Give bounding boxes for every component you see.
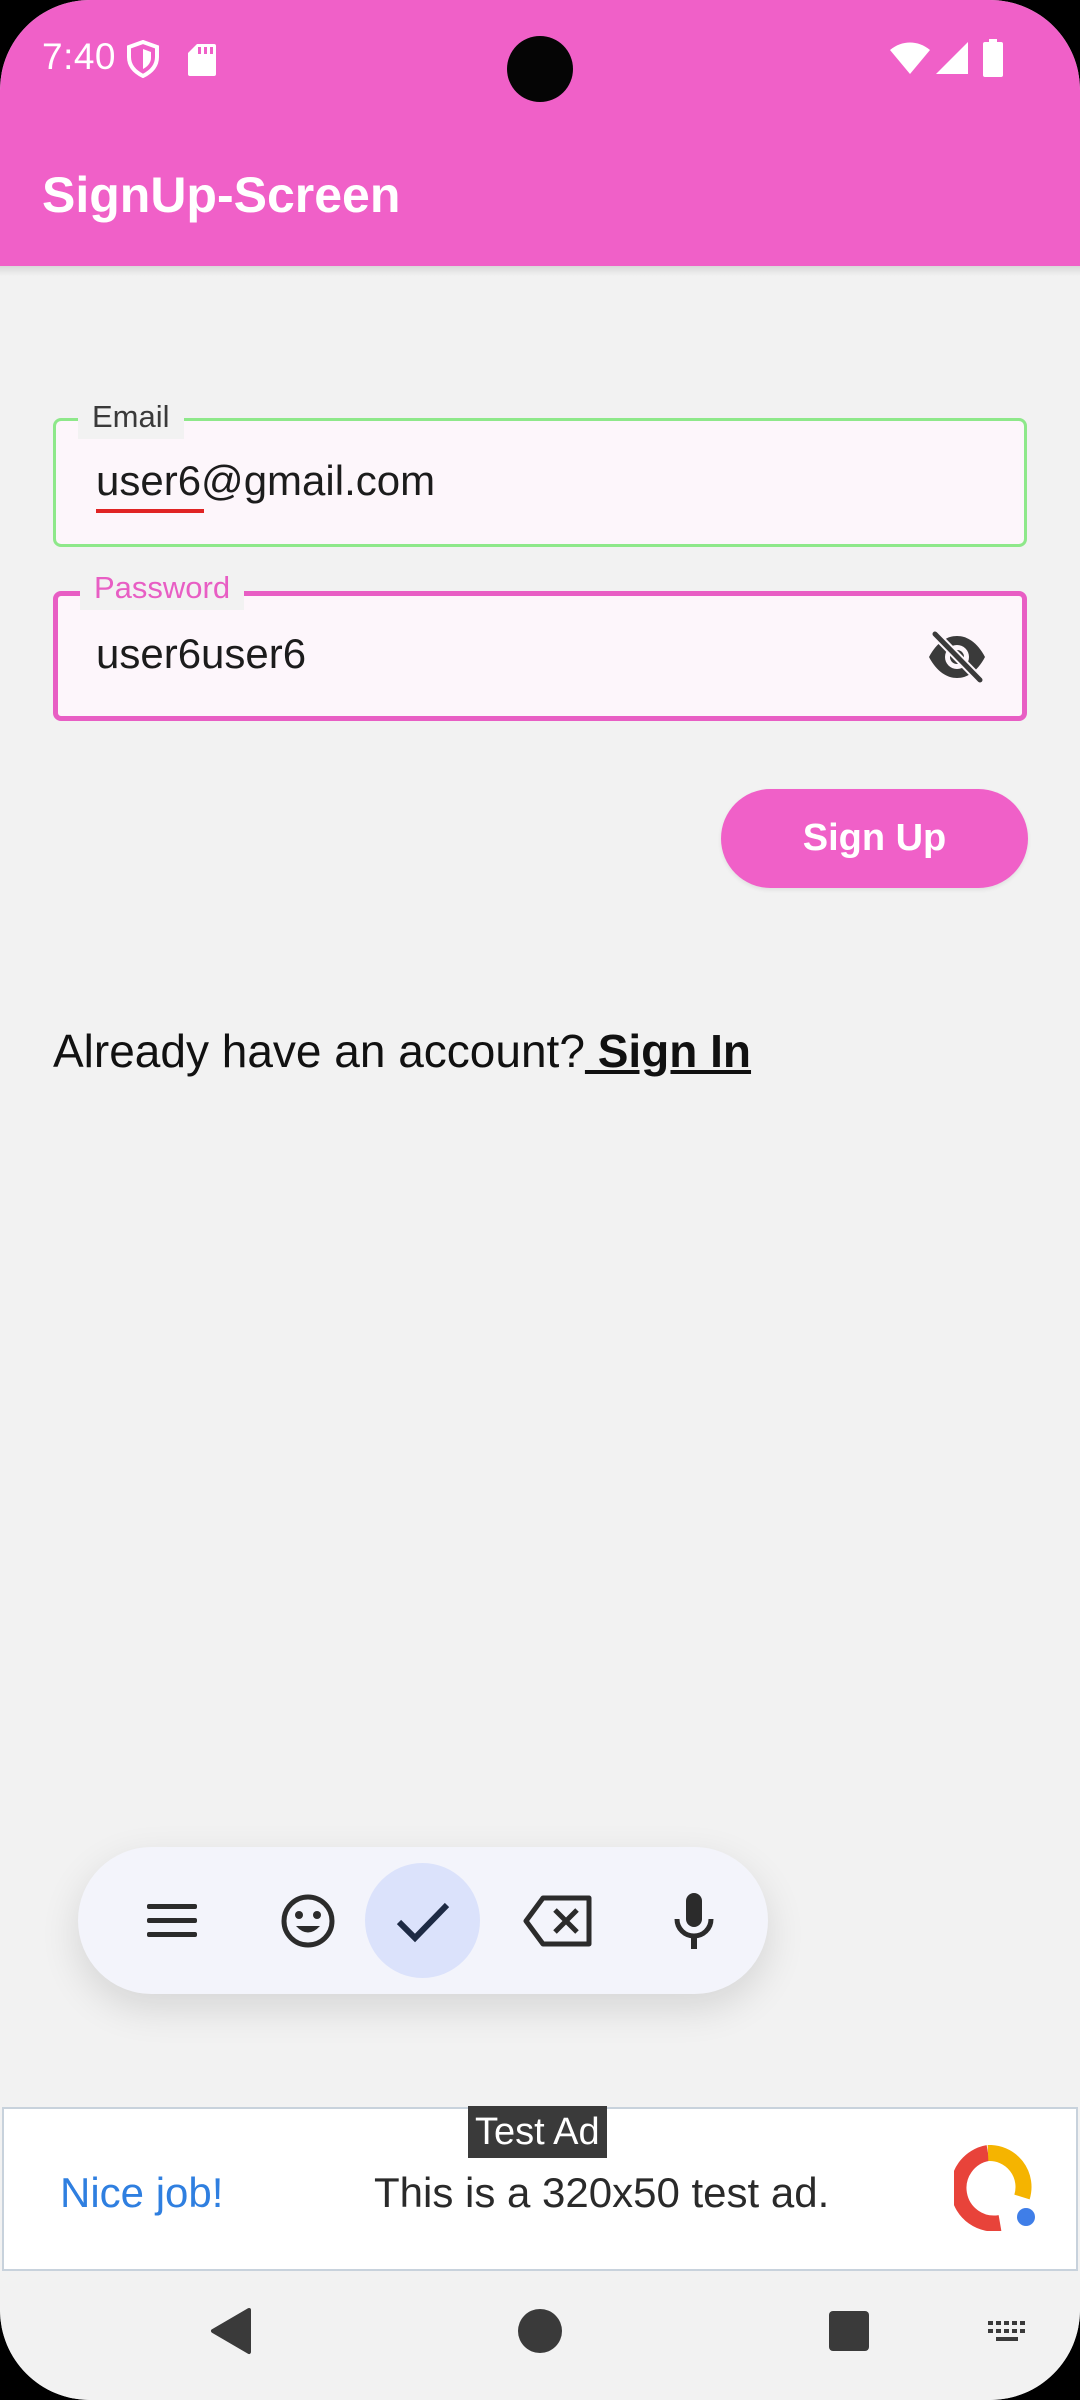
sd-card-icon [188,44,216,76]
keyboard-toolbar [78,1847,768,1994]
sign-in-link[interactable]: Sign In [585,1025,751,1077]
app-bar-shadow [0,266,1080,276]
app-bar: 7:40 SignUp-Screen [0,0,1080,266]
battery-icon [983,39,1003,77]
email-label: Email [78,395,184,439]
check-icon[interactable] [365,1863,480,1978]
signal-icon [936,42,968,74]
email-field[interactable]: Email user6@gmail.com [53,395,1027,547]
backspace-icon[interactable] [500,1863,615,1978]
status-time: 7:40 [42,36,117,77]
phone-screen: 7:40 SignUp-Screen Email user6@gmail.com… [0,0,1080,2400]
sign-up-button[interactable]: Sign Up [721,789,1028,888]
visibility-off-icon[interactable] [926,630,988,684]
home-icon[interactable] [500,2291,580,2371]
email-value[interactable]: user6@gmail.com [96,457,435,505]
password-label: Password [80,566,245,610]
menu-icon[interactable] [114,1863,229,1978]
page-title: SignUp-Screen [42,167,401,223]
spellcheck-underline [96,509,204,513]
sign-in-prompt-text: Already have an account? [53,1025,585,1077]
emoji-icon[interactable] [250,1863,365,1978]
navigation-bar [0,2271,1080,2400]
shield-icon [127,40,159,78]
microphone-icon[interactable] [636,1863,751,1978]
keyboard-icon[interactable] [978,2301,1038,2361]
test-ad-badge: Test Ad [468,2106,607,2158]
password-value[interactable]: user6user6 [96,630,306,678]
back-icon[interactable] [190,2291,270,2371]
ad-logo-icon [954,2145,1035,2231]
recents-icon[interactable] [809,2291,889,2371]
ad-body[interactable]: This is a 320x50 test ad. [374,2169,829,2217]
password-field[interactable]: Password user6user6 [53,566,1027,721]
wifi-icon [890,42,930,74]
front-camera [507,36,573,102]
sign-in-prompt: Already have an account? Sign In [53,1024,751,1078]
ad-headline[interactable]: Nice job! [60,2169,223,2217]
